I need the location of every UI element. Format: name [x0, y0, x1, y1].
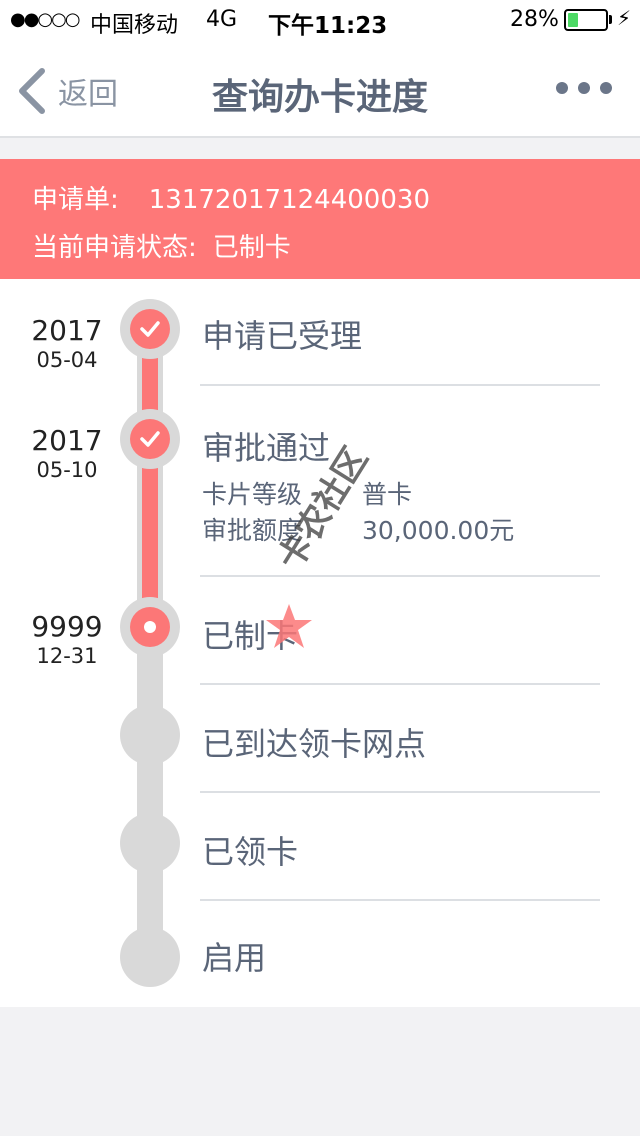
step-node-done: [120, 409, 180, 469]
check-icon: [140, 321, 160, 337]
battery-tip: [609, 15, 612, 24]
step-label: 已到达领卡网点: [202, 725, 427, 763]
application-number-label: 申请单:: [32, 185, 119, 215]
step-date: 2017 05-04: [31, 314, 103, 373]
detail-value: 30,000.00元: [362, 516, 515, 545]
detail-key: 卡片等级: [202, 480, 303, 509]
divider: [200, 575, 600, 577]
step-node-done: [120, 299, 180, 359]
network-type: 4G: [206, 7, 238, 32]
navigation-bar: 返回 查询办卡进度: [0, 40, 640, 138]
current-dot-icon: [144, 621, 156, 633]
divider: [200, 791, 600, 793]
charging-icon: ⚡: [617, 6, 632, 30]
signal-strength-icon: ●●○○○: [10, 9, 81, 30]
carrier-name: 中国移动: [90, 13, 179, 38]
step-node-pending: [120, 705, 180, 765]
application-number-row: 申请单: 13172017124400030: [32, 179, 430, 216]
detail-key: 审批额度: [202, 516, 303, 545]
timeline-track-progress: [142, 329, 158, 629]
divider: [200, 899, 600, 901]
page-title: 查询办卡进度: [211, 77, 428, 118]
status-label: 当前申请状态:: [32, 233, 197, 263]
application-number: 13172017124400030: [148, 185, 430, 215]
divider: [200, 683, 600, 685]
step-node-pending: [120, 813, 180, 873]
step-label: 已领卡: [202, 833, 299, 871]
application-status-row: 当前申请状态: 已制卡: [32, 227, 291, 264]
detail-row: 审批额度 30,000.00元: [202, 511, 514, 547]
status-bar: ●●○○○ 中国移动 4G 下午11:23 28% ⚡: [0, 0, 640, 40]
step-date: 2017 05-10: [31, 424, 103, 483]
step-label: 申请已受理: [202, 317, 363, 355]
step-label: 启用: [202, 939, 267, 977]
battery-percent: 28%: [510, 7, 559, 32]
check-icon: [140, 431, 160, 447]
battery-icon: [564, 9, 608, 31]
step-label: 审批通过: [202, 429, 331, 467]
detail-row: 卡片等级 普卡: [202, 475, 412, 511]
divider: [200, 384, 600, 386]
step-node-pending: [120, 927, 180, 987]
application-status-banner: 申请单: 13172017124400030 当前申请状态: 已制卡: [0, 159, 640, 279]
step-node-current: [120, 597, 180, 657]
step-label: 已制卡: [202, 617, 299, 655]
progress-timeline: 2017 05-04 申请已受理 2017 05-10 审批通过 卡片等级 普卡 …: [0, 279, 640, 1007]
step-date: 9999 12-31: [31, 610, 103, 669]
status-time: 下午11:23: [268, 13, 388, 39]
more-dots-icon[interactable]: [556, 82, 612, 94]
status-value: 已制卡: [212, 233, 291, 263]
detail-value: 普卡: [362, 480, 413, 509]
